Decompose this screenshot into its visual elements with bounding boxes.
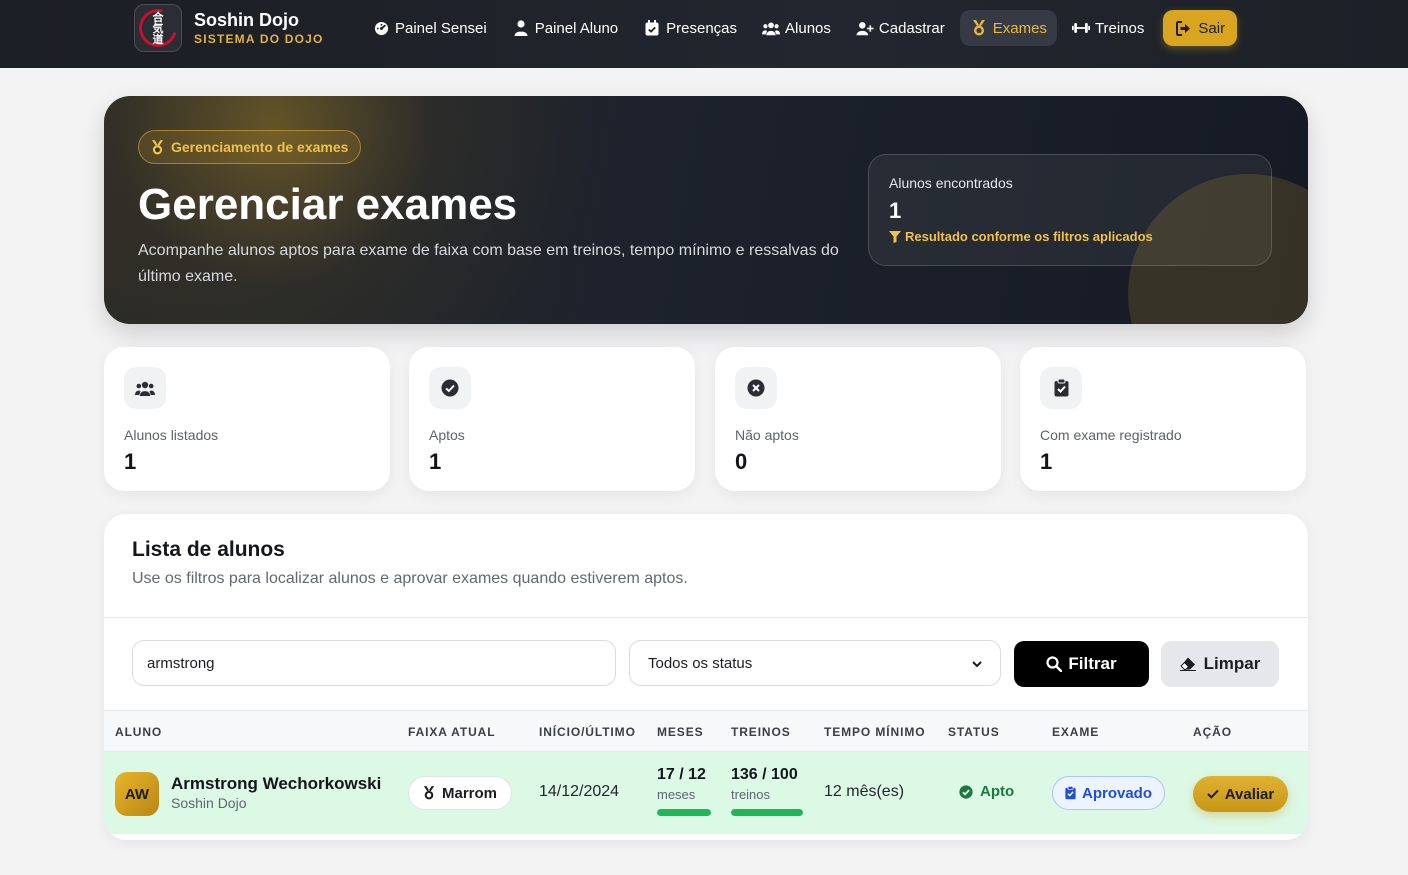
hero-badge: Gerenciamento de exames: [138, 130, 362, 164]
dumbbell-icon: [1071, 19, 1090, 37]
filter-icon: [889, 231, 901, 243]
brand[interactable]: 合 気 道 Soshin Dojo SISTEMA DO DOJO: [134, 4, 324, 52]
evaluate-button[interactable]: Avaliar: [1193, 776, 1288, 812]
exam-status-badge: Aprovado: [1052, 776, 1166, 810]
student-dojo: Soshin Dojo: [171, 795, 247, 811]
status-select[interactable]: Todos os status: [629, 640, 1001, 686]
start-date: 14/12/2024: [539, 783, 620, 800]
status-badge: Apto: [959, 783, 1014, 800]
list-subtitle: Use os filtros para localizar alunos e a…: [132, 570, 688, 587]
nav-alunos[interactable]: Alunos: [752, 10, 841, 46]
min-time: 12 mês(es): [824, 783, 905, 800]
top-navbar: 合 気 道 Soshin Dojo SISTEMA DO DOJO Painel…: [0, 0, 1408, 68]
page-description: Acompanhe alunos aptos para exame de fai…: [138, 242, 839, 285]
logout-button[interactable]: Sair: [1163, 10, 1238, 46]
brand-name: Soshin Dojo: [194, 10, 299, 30]
stat-value: 0: [735, 449, 748, 474]
check-circle-icon: [429, 367, 471, 409]
nav-cadastrar[interactable]: Cadastrar: [846, 10, 955, 46]
eraser-icon: [1179, 657, 1196, 671]
clipboard-check-icon: [1065, 786, 1076, 800]
user-icon: [512, 19, 530, 37]
column-header[interactable]: AÇÃO: [1193, 725, 1232, 739]
brand-subtitle: SISTEMA DO DOJO: [194, 32, 324, 46]
table-row[interactable]: AW Armstrong Wechorkowski Soshin Dojo Ma…: [104, 752, 1308, 834]
medal-icon: [151, 139, 164, 155]
stat-label: Com exame registrado: [1040, 427, 1182, 443]
trainings-progress: 136 / 100 treinos: [731, 766, 803, 816]
medal-icon: [970, 19, 988, 37]
medal-icon: [423, 786, 435, 800]
progress-bar: [731, 809, 803, 816]
clipboard-check-icon: [1040, 367, 1082, 409]
stat-card-listed: Alunos listados 1: [104, 347, 390, 491]
column-header[interactable]: INÍCIO/ÚLTIMO: [539, 725, 636, 739]
stat-label: Não aptos: [735, 427, 799, 443]
clear-button[interactable]: Limpar: [1161, 641, 1279, 687]
nav-painel-sensei[interactable]: Painel Sensei: [362, 10, 497, 46]
stat-card-not-apt: Não aptos 0: [715, 347, 1001, 491]
calendar-check-icon: [643, 19, 661, 37]
panel-header: Lista de alunos Use os filtros para loca…: [104, 514, 1308, 618]
nav-treinos[interactable]: Treinos: [1062, 10, 1154, 46]
users-icon: [124, 367, 166, 409]
stat-value: 1: [1040, 449, 1053, 474]
logout-icon: [1175, 19, 1193, 37]
nav-presencas[interactable]: Presenças: [633, 10, 747, 46]
filter-button[interactable]: Filtrar: [1014, 641, 1149, 687]
users-icon: [762, 19, 781, 37]
column-header[interactable]: TEMPO MÍNIMO: [824, 725, 925, 739]
hero-banner: Gerenciamento de exames Gerenciar exames…: [104, 96, 1308, 324]
check-circle-icon: [959, 784, 973, 799]
nav-exames[interactable]: Exames: [959, 10, 1057, 46]
user-plus-icon: [856, 19, 874, 37]
belt-badge: Marrom: [408, 776, 513, 810]
filter-bar: Todos os status Filtrar Limpar: [104, 618, 1308, 710]
check-icon: [1207, 789, 1219, 799]
stat-value: 1: [124, 449, 137, 474]
column-header[interactable]: MESES: [657, 725, 704, 739]
column-header[interactable]: FAIXA ATUAL: [408, 725, 495, 739]
chevron-down-icon: [972, 655, 982, 672]
student-name: Armstrong Wechorkowski: [171, 774, 382, 793]
column-header[interactable]: STATUS: [948, 725, 1000, 739]
table-header: ALUNO FAIXA ATUAL INÍCIO/ÚLTIMO MESES TR…: [104, 710, 1308, 752]
students-found-value: 1: [889, 198, 902, 223]
stat-label: Alunos listados: [124, 427, 219, 443]
progress-bar: [657, 809, 711, 816]
page-title: Gerenciar exames: [138, 180, 518, 229]
stat-label: Aptos: [429, 427, 465, 443]
filter-result-note: Resultado conforme os filtros aplicados: [889, 229, 1251, 245]
dojo-logo: 合 気 道: [134, 4, 182, 52]
stat-value: 1: [429, 449, 442, 474]
stat-card-apt: Aptos 1: [409, 347, 695, 491]
months-progress: 17 / 12 meses: [657, 766, 711, 816]
search-input[interactable]: [132, 640, 616, 686]
students-found-card: Alunos encontrados 1 Resultado conforme …: [868, 154, 1272, 266]
stat-card-with-exam: Com exame registrado 1: [1020, 347, 1306, 491]
column-header[interactable]: ALUNO: [115, 725, 162, 739]
list-title: Lista de alunos: [132, 538, 285, 561]
x-circle-icon: [735, 367, 777, 409]
search-icon: [1046, 656, 1063, 672]
nav-painel-aluno[interactable]: Painel Aluno: [502, 10, 628, 46]
column-header[interactable]: EXAME: [1052, 725, 1099, 739]
gauge-icon: [372, 19, 390, 37]
column-header[interactable]: TREINOS: [731, 725, 791, 739]
students-found-label: Alunos encontrados: [889, 175, 1013, 191]
main-nav: Painel Sensei Painel Aluno Presenças Alu…: [362, 10, 1242, 46]
avatar: AW: [115, 772, 159, 816]
students-list-panel: Lista de alunos Use os filtros para loca…: [104, 514, 1308, 840]
